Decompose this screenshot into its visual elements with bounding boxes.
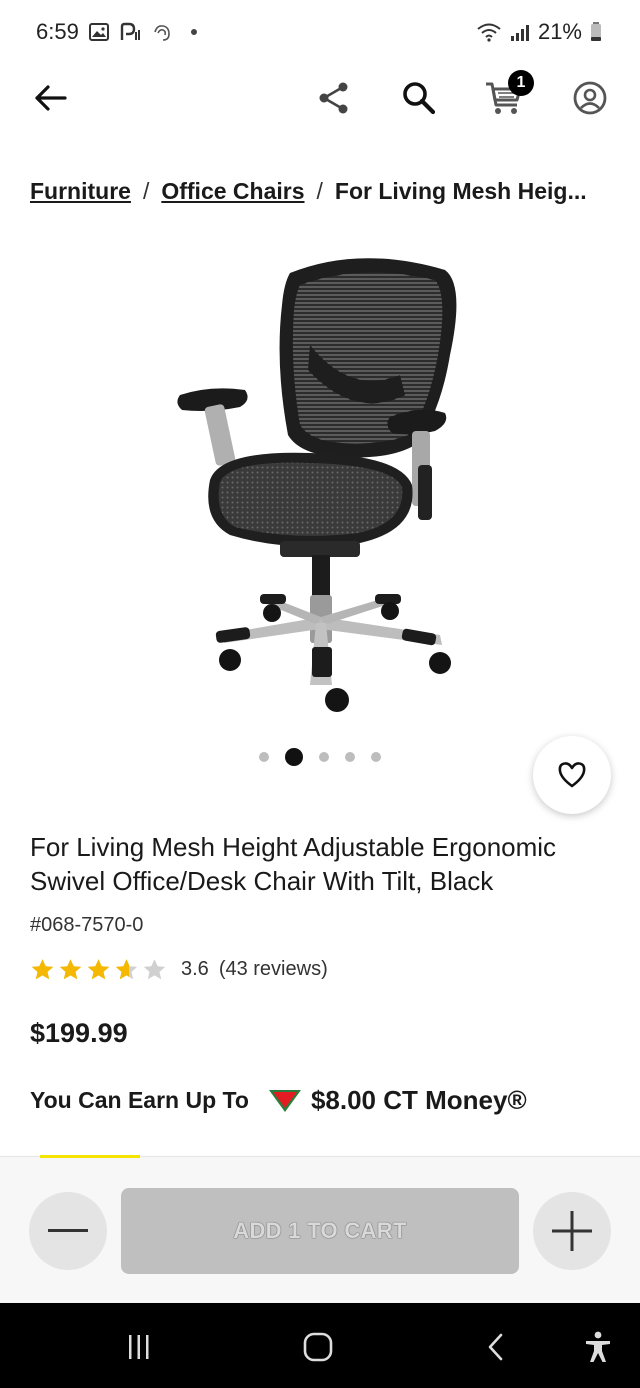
- back-button[interactable]: [28, 76, 72, 120]
- back-nav-button[interactable]: [475, 1325, 519, 1369]
- product-image[interactable]: [160, 245, 480, 720]
- product-title: For Living Mesh Height Adjustable Ergono…: [30, 832, 557, 896]
- account-icon: [573, 81, 607, 115]
- system-navigation-bar: [0, 1303, 640, 1388]
- plus-icon: [552, 1211, 592, 1251]
- carousel-dot[interactable]: [259, 752, 269, 762]
- chevron-left-icon: [488, 1333, 503, 1361]
- carousel-dot[interactable]: [371, 752, 381, 762]
- canadian-tire-triangle-icon: [268, 1089, 301, 1112]
- ct-money-label: You Can Earn Up To: [30, 1087, 249, 1113]
- minus-icon: [48, 1229, 88, 1232]
- rating-value: 3.6: [181, 958, 209, 980]
- share-button[interactable]: [312, 76, 356, 120]
- battery-percent: 21%: [537, 19, 582, 44]
- signal-icon: [510, 23, 530, 41]
- back-arrow-icon: [35, 85, 67, 111]
- breadcrumb-current: For Living Mesh Heig...: [334, 178, 587, 204]
- review-count-link[interactable]: (43 reviews): [219, 958, 328, 981]
- home-button[interactable]: [296, 1325, 340, 1369]
- office-chair-image: [177, 258, 457, 712]
- accessibility-button[interactable]: [576, 1325, 620, 1369]
- breadcrumb-furniture[interactable]: Furniture: [30, 178, 131, 205]
- decrease-quantity-button[interactable]: [29, 1192, 107, 1270]
- search-icon: [403, 82, 436, 115]
- cart-count-badge: 1: [508, 70, 534, 96]
- increase-quantity-button[interactable]: [533, 1192, 611, 1270]
- ct-money-promo: You Can Earn Up To $8.00 CT Money®: [30, 1085, 527, 1116]
- star-icon: [59, 959, 82, 980]
- carousel-dot[interactable]: [319, 752, 329, 762]
- product-price: $199.99: [30, 1018, 128, 1048]
- app-header: 1: [0, 64, 640, 132]
- breadcrumb: Furniture / Office Chairs / For Living M…: [30, 178, 614, 205]
- add-to-cart-bar: ADD 1 TO CART: [0, 1155, 640, 1303]
- recent-apps-icon: [129, 1335, 149, 1359]
- carousel-dot[interactable]: [345, 752, 355, 762]
- status-bar: 6:59 21%: [0, 0, 640, 64]
- accessibility-icon: [586, 1331, 610, 1362]
- rating-summary[interactable]: 3.6 (43 reviews): [30, 957, 328, 982]
- product-sku: #068-7570-0: [30, 914, 144, 936]
- breadcrumb-separator: /: [316, 178, 323, 204]
- ct-money-amount: $8.00 CT Money®: [310, 1085, 527, 1115]
- account-button[interactable]: [568, 76, 612, 120]
- app-notification-icon: [119, 22, 141, 42]
- breadcrumb-separator: /: [142, 178, 150, 204]
- breadcrumb-office-chairs[interactable]: Office Chairs: [161, 178, 304, 205]
- status-left: 6:59: [36, 19, 197, 45]
- accent-line: [40, 1155, 140, 1158]
- add-to-cart-button[interactable]: ADD 1 TO CART: [121, 1188, 519, 1274]
- carousel-dot[interactable]: [285, 748, 303, 766]
- star-rating: [30, 957, 167, 982]
- star-icon: [143, 959, 166, 980]
- star-icon: [31, 959, 54, 980]
- gallery-notification-icon: [88, 23, 109, 41]
- star-icon: [115, 959, 138, 980]
- gesture-notification-icon: [151, 22, 173, 42]
- recent-apps-button[interactable]: [117, 1325, 161, 1369]
- share-icon: [319, 82, 348, 114]
- heart-icon: [558, 762, 586, 788]
- wishlist-button[interactable]: [533, 736, 611, 814]
- cart-button[interactable]: 1: [482, 70, 534, 120]
- star-icon: [87, 959, 110, 980]
- wifi-icon: [476, 22, 502, 42]
- home-icon: [303, 1332, 333, 1362]
- battery-icon: [590, 22, 602, 42]
- more-notifications-dot: [190, 29, 197, 35]
- status-right: 21%: [476, 19, 602, 45]
- search-button[interactable]: [397, 76, 441, 120]
- status-time: 6:59: [36, 19, 79, 44]
